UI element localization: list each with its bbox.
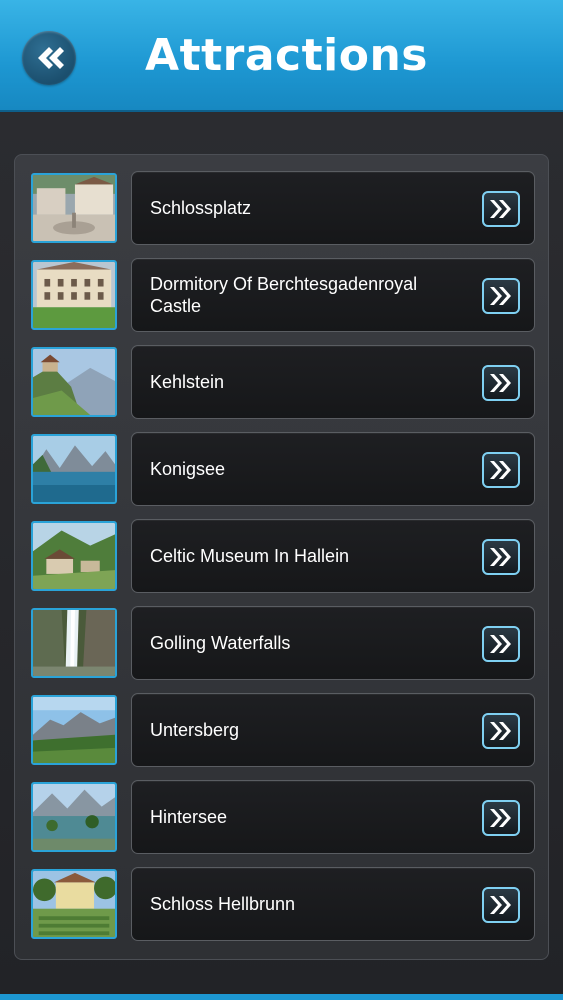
list-item[interactable]: Schloss Hellbrunn <box>31 867 535 941</box>
list-item-label: Hintersee <box>150 807 228 827</box>
list-item[interactable]: Golling Waterfalls <box>31 606 535 680</box>
list-item-bar[interactable]: Schlossplatz <box>131 171 535 245</box>
list-item[interactable]: Schlossplatz <box>31 171 535 245</box>
list-item-label: Dormitory Of Berchtesgadenroyal Castle <box>150 274 418 316</box>
list-item-label: Schlossplatz <box>150 198 252 218</box>
town-square-thumbnail[interactable] <box>31 173 117 243</box>
list-item[interactable]: Hintersee <box>31 780 535 854</box>
open-item-button[interactable] <box>482 365 520 401</box>
alpine-lake-thumbnail[interactable] <box>31 782 117 852</box>
list-item-label: Celtic Museum In Hallein <box>150 546 350 566</box>
list-item[interactable]: Untersberg <box>31 693 535 767</box>
waterfall-thumbnail[interactable] <box>31 608 117 678</box>
app-header: Attractions <box>0 0 563 112</box>
open-item-button[interactable] <box>482 191 520 227</box>
list-item[interactable]: Dormitory Of Berchtesgadenroyal Castle <box>31 258 535 332</box>
list-item-label: Untersberg <box>150 720 240 740</box>
double-chevron-right-icon <box>490 635 511 653</box>
list-item[interactable]: Konigsee <box>31 432 535 506</box>
mountain-house-thumbnail[interactable] <box>31 347 117 417</box>
page-title: Attractions <box>145 30 428 81</box>
list-item-bar[interactable]: Hintersee <box>131 780 535 854</box>
list-item-label: Golling Waterfalls <box>150 633 291 653</box>
open-item-button[interactable] <box>482 800 520 836</box>
double-chevron-right-icon <box>490 896 511 914</box>
palace-garden-thumbnail[interactable] <box>31 869 117 939</box>
double-chevron-right-icon <box>490 548 511 566</box>
open-item-button[interactable] <box>482 887 520 923</box>
open-item-button[interactable] <box>482 713 520 749</box>
bottom-accent-bar <box>0 994 563 1000</box>
double-chevron-right-icon <box>490 374 511 392</box>
mountain-meadow-thumbnail[interactable] <box>31 695 117 765</box>
list-item-label: Konigsee <box>150 459 226 479</box>
lake-mountains-thumbnail[interactable] <box>31 434 117 504</box>
open-item-button[interactable] <box>482 278 520 314</box>
double-chevron-right-icon <box>490 809 511 827</box>
list-item-bar[interactable]: Celtic Museum In Hallein <box>131 519 535 593</box>
double-chevron-right-icon <box>490 461 511 479</box>
list-item-label: Schloss Hellbrunn <box>150 894 296 914</box>
content-area: Schlossplatz Dormitory Of Berchtesgadenr… <box>0 112 563 994</box>
list-item[interactable]: Celtic Museum In Hallein <box>31 519 535 593</box>
double-chevron-right-icon <box>490 722 511 740</box>
list-item-bar[interactable]: Golling Waterfalls <box>131 606 535 680</box>
village-hills-thumbnail[interactable] <box>31 521 117 591</box>
double-chevron-right-icon <box>490 200 511 218</box>
list-item-label: Kehlstein <box>150 372 225 392</box>
list-item-bar[interactable]: Dormitory Of Berchtesgadenroyal Castle <box>131 258 535 332</box>
list-item-bar[interactable]: Schloss Hellbrunn <box>131 867 535 941</box>
list-item-bar[interactable]: Kehlstein <box>131 345 535 419</box>
list-item-bar[interactable]: Untersberg <box>131 693 535 767</box>
open-item-button[interactable] <box>482 539 520 575</box>
double-chevron-right-icon <box>490 287 511 305</box>
list-item[interactable]: Kehlstein <box>31 345 535 419</box>
open-item-button[interactable] <box>482 452 520 488</box>
list-item-bar[interactable]: Konigsee <box>131 432 535 506</box>
attractions-list: Schlossplatz Dormitory Of Berchtesgadenr… <box>14 154 549 960</box>
open-item-button[interactable] <box>482 626 520 662</box>
castle-building-thumbnail[interactable] <box>31 260 117 330</box>
